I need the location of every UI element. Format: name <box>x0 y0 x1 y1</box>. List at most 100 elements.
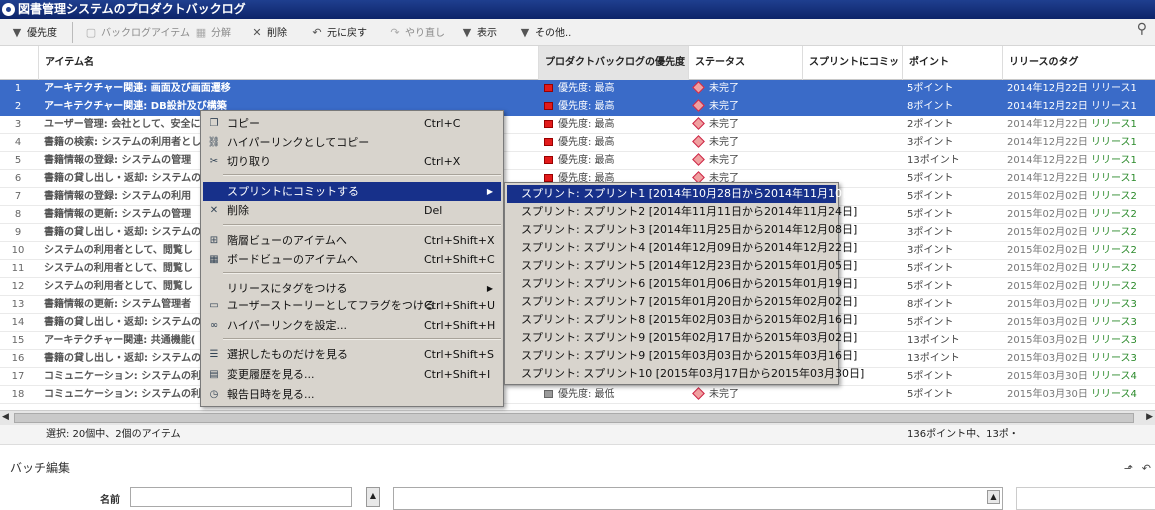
other-menu-button[interactable]: ▼ その他.. <box>518 19 572 46</box>
report-time-icon: ◷ <box>209 389 219 400</box>
status-diamond-icon <box>692 117 705 130</box>
search-icon[interactable]: ⚲ <box>1137 21 1147 37</box>
status-diamond-icon <box>692 135 705 148</box>
menu-item-label: 選択したものだけを見る <box>227 348 348 361</box>
sprint-submenu-item[interactable]: スプリント: スプリント4 [2014年12月09日から2014年12月22日] <box>507 239 857 257</box>
release-date-cell: 2014年12月22日 <box>1007 137 1088 148</box>
sprint-submenu-item[interactable]: スプリント: スプリント5 [2014年12月23日から2015年01月05日] <box>507 257 857 275</box>
menu-item-shortcut: Ctrl+Shift+I <box>424 368 491 381</box>
redo-button[interactable]: ↷ やり直し <box>388 19 445 46</box>
release-cell: リリース3 <box>1091 299 1137 310</box>
release-date-cell: 2015年03月02日 <box>1007 335 1088 346</box>
priority-cell: 優先度: 最高 <box>544 116 688 134</box>
panel-undo-icon[interactable]: ↶ <box>1142 462 1151 475</box>
context-menu-item[interactable]: ∞ ハイパーリンクを設定... Ctrl+Shift+H <box>203 316 501 335</box>
context-menu-item[interactable]: ✂ 切り取り Ctrl+X <box>203 152 501 171</box>
batch-edit-panel: バッチ編集 ⬏ ↶ 名前 ▲ ▲ <box>0 446 1155 510</box>
name-label: 名前 <box>100 495 120 506</box>
scroll-left-icon[interactable]: ◀ <box>2 412 9 422</box>
context-menu-item[interactable]: ◷ 報告日時を見る... <box>203 385 501 404</box>
description-textarea[interactable]: ▲ <box>393 487 1003 510</box>
delete-icon: ✕ <box>209 205 219 216</box>
context-menu-item[interactable]: ⛓ ハイパーリンクとしてコピー <box>203 133 501 152</box>
column-header-status[interactable]: ステータス <box>688 46 802 80</box>
points-cell: 5ポイント <box>907 281 954 292</box>
context-menu-item[interactable]: ⊞ 階層ビューのアイテムへ Ctrl+Shift+X <box>203 231 501 250</box>
column-header-backlog-priority[interactable]: プロダクトバックログの優先度 <box>538 46 688 80</box>
status-cell: 未完了 <box>692 386 802 404</box>
table-row[interactable]: 4 書籍の検索: システムの利用者とし 優先度: 最高 未完了 3ポイント 2014年12… <box>0 134 1155 152</box>
horizontal-scrollbar[interactable]: ◀ ▶ <box>0 410 1155 425</box>
column-header-points[interactable]: ポイント <box>902 46 1002 80</box>
toolbar-separator <box>72 22 73 43</box>
status-diamond-icon <box>692 387 705 400</box>
sprint-submenu-item[interactable]: スプリント: スプリント3 [2014年11月25日から2014年12月08日] <box>507 221 857 239</box>
scroll-right-icon[interactable]: ▶ <box>1146 412 1153 422</box>
release-cell: リリース2 <box>1091 263 1137 274</box>
context-menu-item[interactable]: ✕ 削除 Del <box>203 201 501 220</box>
priority-cell: 優先度: 最高 <box>544 134 688 152</box>
release-date-cell: 2015年03月02日 <box>1007 299 1088 310</box>
priority-square-icon <box>544 174 553 182</box>
sprint-submenu-item[interactable]: スプリント: スプリント2 [2014年11月11日から2014年11月24日] <box>507 203 857 221</box>
points-cell: 13ポイント <box>907 335 960 346</box>
sprint-submenu-item[interactable]: スプリント: スプリント9 [2015年02月17日から2015年03月02日] <box>507 329 857 347</box>
split-button[interactable]: ▦ 分解 <box>194 19 231 46</box>
sprint-submenu-item[interactable]: スプリント: スプリント8 [2015年02月03日から2015年02月16日] <box>507 311 857 329</box>
column-header-committed-sprint[interactable]: スプリントにコミットす <box>802 46 902 80</box>
release-date-cell: 2015年02月02日 <box>1007 227 1088 238</box>
points-cell: 3ポイント <box>907 137 954 148</box>
table-row[interactable]: 2 アーキテクチャー関連: DB設計及び構築 優先度: 最高 未完了 8ポイント 2014… <box>0 98 1155 116</box>
window-title: 図書管理システムのプロダクトバックログ <box>18 2 246 16</box>
table-row[interactable]: 18 コミュニケーション: システムの利用 優先度: 最低 未完了 5ポイント 2015年… <box>0 386 1155 404</box>
context-menu-item[interactable]: ▦ ボードビューのアイテムへ Ctrl+Shift+C <box>203 250 501 269</box>
release-date-cell: 2015年02月02日 <box>1007 209 1088 220</box>
context-menu-item[interactable]: スプリントにコミットする ▶ <box>203 182 501 201</box>
set-hyperlink-icon: ∞ <box>209 320 219 331</box>
points-cell: 5ポイント <box>907 83 954 94</box>
status-bar: 選択: 20個中、2個のアイテム 136ポイント中、13ポ・ <box>0 425 1155 445</box>
table-row[interactable]: 1 アーキテクチャー関連: 画面及び画面遷移 優先度: 最高 未完了 5ポイント 2014… <box>0 80 1155 98</box>
grid-header: アイテム名 プロダクトバックログの優先度 ステータス スプリントにコミットす ポ… <box>0 46 1155 80</box>
item-name: アーキテクチャー関連: 画面及び画面遷移 <box>44 83 231 94</box>
backlog-item-button[interactable]: ▢ バックログアイテム <box>84 19 190 46</box>
release-cell: リリース2 <box>1091 227 1137 238</box>
priority-cell: 優先度: 最低 <box>544 386 688 404</box>
sprint-submenu-item[interactable]: スプリント: スプリント6 [2015年01月06日から2015年01月19日] <box>507 275 857 293</box>
status-cell: 未完了 <box>692 152 802 170</box>
menu-item-label: コピー <box>227 117 260 130</box>
row-number: 1 <box>14 83 22 94</box>
menu-item-label: ハイパーリンクとしてコピー <box>227 136 370 149</box>
context-menu-item[interactable]: ☰ 選択したものだけを見る Ctrl+Shift+S <box>203 345 501 364</box>
context-menu-item[interactable]: ▭ ユーザーストーリーとしてフラグをつける Ctrl+Shift+U <box>203 296 501 315</box>
row-number: 15 <box>11 335 25 346</box>
name-spinner-up[interactable]: ▲ <box>366 487 380 507</box>
context-menu-item[interactable]: ▤ 変更履歴を見る... Ctrl+Shift+I <box>203 365 501 384</box>
undo-button[interactable]: ↶ 元に戻す <box>310 19 367 46</box>
scrollbar-thumb[interactable] <box>14 413 1134 423</box>
column-header-item-name[interactable]: アイテム名 <box>38 46 538 80</box>
name-input[interactable] <box>130 487 352 507</box>
table-row[interactable]: 5 書籍情報の登録: システムの管理 優先度: 最高 未完了 13ポイント 2014年12… <box>0 152 1155 170</box>
sprint-submenu-item[interactable]: スプリント: スプリント9 [2015年03月03日から2015年03月16日] <box>507 347 857 365</box>
sprint-submenu-item[interactable]: スプリント: スプリント10 [2015年03月17日から2015年03月30日… <box>507 365 864 383</box>
sprint-submenu-item[interactable]: スプリント: スプリント1 [2014年10月28日から2014年11月10日] <box>507 185 857 203</box>
column-header-release-tag[interactable]: リリースのタグ <box>1002 46 1155 80</box>
cut-icon: ✂ <box>209 156 219 167</box>
batch-field-box[interactable] <box>1016 487 1155 510</box>
textarea-scroll-up[interactable]: ▲ <box>987 490 1000 504</box>
menu-separator <box>223 338 501 340</box>
sprint-submenu-item[interactable]: スプリント: スプリント7 [2015年01月20日から2015年02月02日] <box>507 293 857 311</box>
context-menu-item[interactable]: ❐ コピー Ctrl+C <box>203 114 501 133</box>
release-date-cell: 2015年02月02日 <box>1007 281 1088 292</box>
row-number: 13 <box>11 299 25 310</box>
status-cell: 未完了 <box>692 116 802 134</box>
table-row[interactable]: 3 ユーザー管理: 会社として、安全に 優先度: 最高 未完了 2ポイント 2014年12… <box>0 116 1155 134</box>
row-number: 6 <box>14 173 22 184</box>
points-cell: 8ポイント <box>907 299 954 310</box>
delete-button[interactable]: ✕ 削除 <box>250 19 287 46</box>
release-date-cell: 2015年02月02日 <box>1007 263 1088 274</box>
view-menu-button[interactable]: ▼ 表示 <box>460 19 497 46</box>
priority-menu-button[interactable]: ▼ 優先度 <box>10 19 57 46</box>
pin-icon[interactable]: ⬏ <box>1124 462 1133 475</box>
